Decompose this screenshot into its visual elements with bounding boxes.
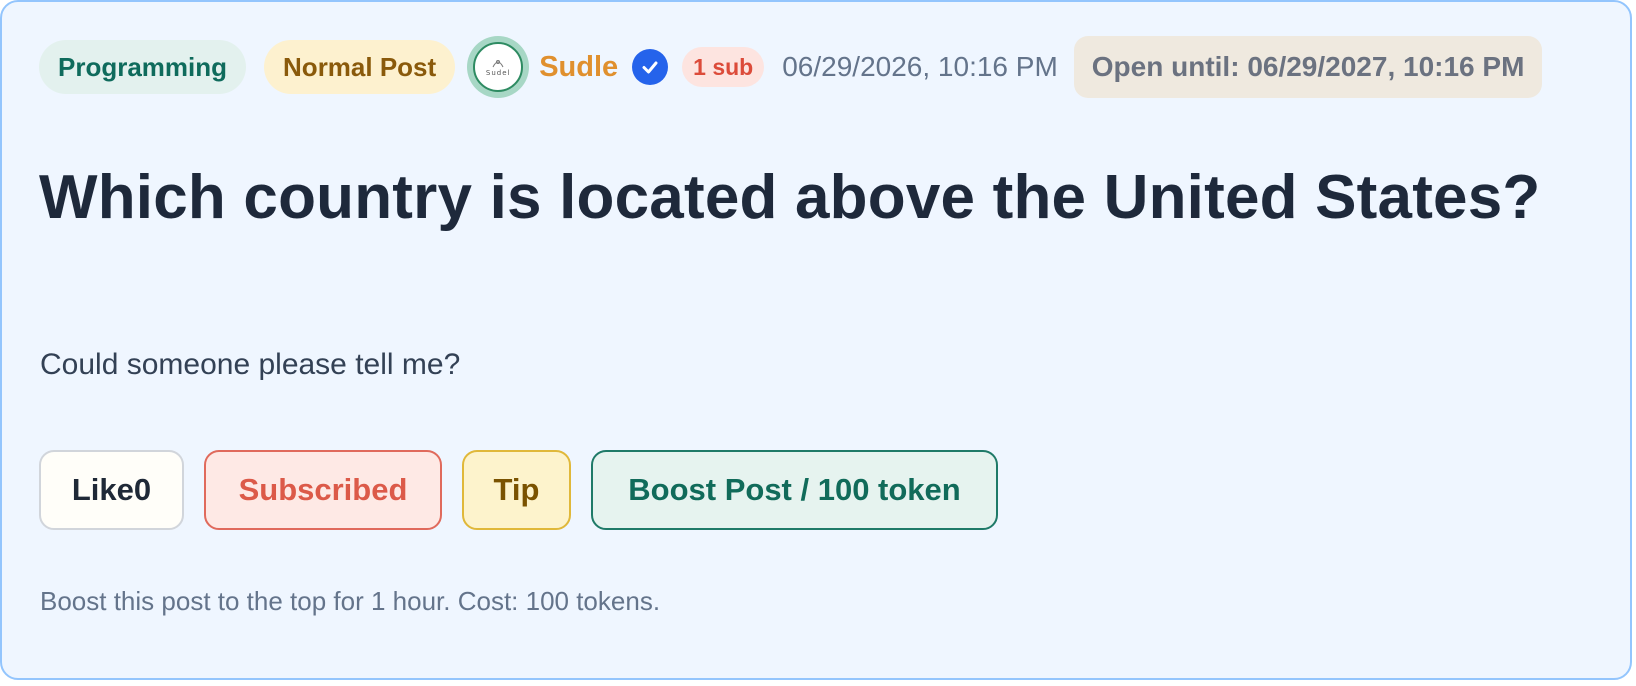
post-type-tag: Normal Post: [264, 40, 456, 94]
tip-button[interactable]: Tip: [462, 450, 571, 530]
like-button[interactable]: Like0: [39, 450, 184, 530]
avatar-logo-icon: [492, 60, 504, 68]
post-card: Programming Normal Post Sudel Sudle 1 su…: [0, 0, 1632, 680]
post-timestamp: 06/29/2026, 10:16 PM: [782, 51, 1058, 82]
post-title: Which country is located above the Unite…: [39, 163, 1541, 232]
avatar-text: Sudel: [485, 69, 511, 77]
subscriber-count-badge: 1 sub: [682, 47, 765, 87]
avatar[interactable]: Sudel: [467, 36, 530, 98]
boost-hint-text: Boost this post to the top for 1 hour. C…: [40, 586, 661, 616]
avatar-logo: Sudel: [473, 42, 524, 92]
verified-check-icon: [632, 49, 669, 85]
category-tag[interactable]: Programming: [39, 40, 247, 94]
post-actions: Like0 Subscribed Tip Boost Post / 100 to…: [39, 450, 998, 530]
subscribed-button[interactable]: Subscribed: [204, 450, 442, 530]
post-body: Could someone please tell me?: [40, 348, 461, 381]
boost-post-button[interactable]: Boost Post / 100 token: [591, 450, 998, 530]
post-meta-row: Programming Normal Post Sudel Sudle 1 su…: [39, 36, 1614, 98]
open-until-badge: Open until: 06/29/2027, 10:16 PM: [1073, 36, 1543, 98]
author-username[interactable]: Sudle: [539, 51, 618, 84]
